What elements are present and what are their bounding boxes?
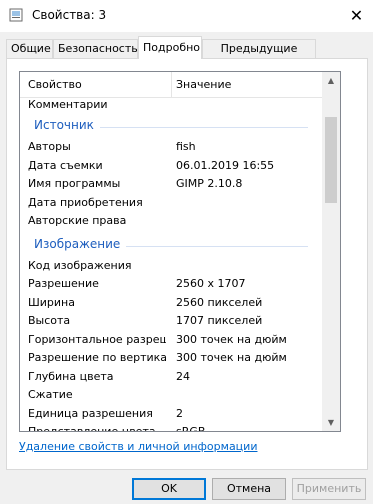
property-value: 300 точек на дюйм: [176, 351, 287, 364]
list-item[interactable]: Разрешение 2560 x 1707: [20, 275, 322, 293]
property-value: 06.01.2019 16:55: [176, 158, 275, 172]
group-header[interactable]: Изображение: [20, 235, 322, 255]
property-value: sRGB: [176, 425, 206, 432]
column-divider[interactable]: [171, 72, 172, 98]
tab-previous-versions[interactable]: Предыдущие версии: [202, 39, 316, 73]
property-value: 24: [176, 369, 190, 383]
scroll-thumb[interactable]: [325, 117, 337, 203]
tab-general[interactable]: Общие: [6, 39, 53, 59]
list-item[interactable]: Дата съемки 06.01.2019 16:55: [20, 157, 322, 175]
window-title: Свойства: 3: [32, 8, 107, 22]
property-value: 2560 пикселей: [176, 295, 263, 309]
list-item[interactable]: Глубина цвета 24: [20, 368, 322, 386]
group-divider-line: [126, 245, 308, 247]
scroll-up-arrow-icon[interactable]: ▲: [322, 72, 340, 89]
list-item[interactable]: Код изображения: [20, 257, 322, 275]
property-name: Имя программы: [28, 177, 121, 190]
property-value: 300 точек на дюйм: [176, 332, 287, 346]
list-item[interactable]: Горизонтальное разреше... 300 точек на дю…: [20, 331, 322, 349]
group-header[interactable]: Источник: [20, 116, 322, 136]
property-value: fish: [176, 140, 196, 153]
close-button[interactable]: ✕: [340, 0, 373, 30]
property-name: Глубина цвета: [28, 369, 114, 383]
list-item[interactable]: Ширина 2560 пикселей: [20, 294, 322, 312]
group-title: Источник: [34, 118, 94, 132]
property-name: Сжатие: [28, 388, 73, 401]
property-name: Код изображения: [28, 258, 132, 272]
property-name: Высота: [28, 314, 71, 327]
group-title: Изображение: [34, 236, 121, 251]
file-properties-icon: [9, 8, 23, 22]
property-value: GIMP 2.10.8: [176, 177, 243, 190]
property-name: Единица разрешения: [28, 406, 153, 420]
column-header: Свойство Значение: [20, 72, 322, 98]
list-item[interactable]: Единица разрешения 2: [20, 405, 322, 423]
tab-security[interactable]: Безопасность: [53, 39, 138, 59]
ok-button[interactable]: OK: [132, 478, 206, 500]
list-item[interactable]: Дата приобретения: [20, 194, 322, 212]
list-item[interactable]: Авторские права: [20, 212, 322, 230]
list-item[interactable]: Высота 1707 пикселей: [20, 312, 322, 330]
list-item[interactable]: Сжатие: [20, 386, 322, 404]
group-divider-line: [100, 127, 308, 128]
list-item[interactable]: Представление цвета sRGB: [20, 423, 322, 432]
property-value: 1707 пикселей: [176, 314, 263, 327]
close-icon: ✕: [349, 5, 364, 25]
property-value: 2560 x 1707: [176, 277, 246, 290]
list-item[interactable]: Авторы fish: [20, 138, 322, 156]
property-name: Разрешение: [28, 277, 99, 290]
title-bar: Свойства: 3 ✕: [0, 0, 373, 32]
property-name: Комментарии: [28, 98, 108, 111]
properties-list[interactable]: Комментарии Источник Авторы fish Дата съемк…: [19, 71, 341, 432]
list-item-partial[interactable]: Комментарии: [20, 96, 322, 114]
property-name: Авторские права: [28, 214, 127, 227]
cancel-button[interactable]: Отмена: [212, 478, 286, 500]
property-name: Представление цвета: [28, 425, 156, 432]
list-item[interactable]: Имя программы GIMP 2.10.8: [20, 175, 322, 193]
column-property-header[interactable]: Свойство: [28, 78, 82, 91]
vertical-scrollbar[interactable]: ▲ ▼: [322, 72, 340, 431]
column-value-header[interactable]: Значение: [176, 78, 231, 91]
property-name: Разрешение по вертикали: [28, 351, 166, 364]
details-panel: Комментарии Источник Авторы fish Дата съемк…: [6, 58, 368, 470]
tab-strip: Общие Безопасность Подробно Предыдущие в…: [6, 36, 368, 73]
property-name: Ширина: [28, 295, 75, 309]
property-name: Дата приобретения: [28, 195, 143, 209]
property-name: Горизонтальное разреше...: [28, 332, 166, 346]
property-name: Авторы: [28, 140, 71, 153]
scroll-down-arrow-icon[interactable]: ▼: [322, 414, 340, 431]
property-name: Дата съемки: [28, 158, 103, 172]
property-value: 2: [176, 406, 183, 420]
remove-properties-link[interactable]: Удаление свойств и личной информации: [19, 440, 257, 453]
list-item[interactable]: Разрешение по вертикали 300 точек на дюйм: [20, 349, 322, 367]
tab-details[interactable]: Подробно: [138, 36, 202, 59]
apply-button[interactable]: Применить: [292, 478, 366, 500]
